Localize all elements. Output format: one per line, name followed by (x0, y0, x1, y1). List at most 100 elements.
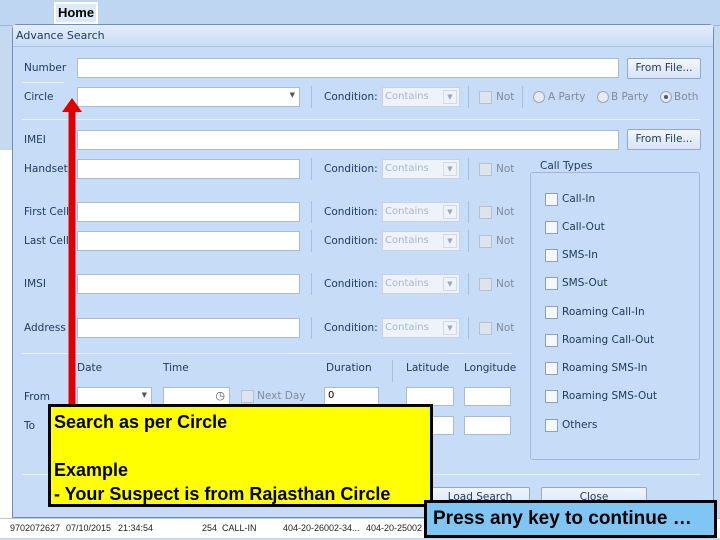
longitude-from-input[interactable] (464, 387, 511, 406)
b-party-label: B Party (611, 91, 649, 103)
callout-line: Example (54, 460, 129, 480)
address-input[interactable] (77, 318, 300, 338)
first_cell-condition-label: Condition: (324, 206, 378, 218)
handset-input[interactable] (77, 159, 300, 179)
call-type-checkbox[interactable] (545, 193, 558, 206)
number-input[interactable] (77, 58, 619, 78)
to-label: To (24, 420, 36, 432)
address-condition-label: Condition: (324, 322, 378, 334)
chevron-down-icon: ▼ (443, 321, 457, 335)
not-label: Not (496, 278, 515, 290)
cell: 21:34:54 (118, 523, 154, 533)
duration-header: Duration (326, 362, 372, 374)
time-header: Time (163, 362, 189, 374)
condition-value: Contains (385, 91, 429, 102)
cell: 07/10/2015 (66, 523, 112, 533)
not-label: Not (496, 91, 515, 103)
call-type-label: Roaming SMS-In (562, 362, 648, 374)
circle-condition-label: Condition: (324, 91, 378, 103)
call-types-title: Call Types (538, 160, 595, 172)
last_cell-input[interactable] (77, 231, 300, 251)
condition-value: Contains (385, 322, 429, 333)
chevron-down-icon: ▼ (289, 91, 295, 99)
cell: 254 (202, 523, 218, 533)
cell: 404-20-25002 (366, 523, 423, 533)
call-type-checkbox[interactable] (545, 334, 558, 347)
call-type-label: SMS-Out (562, 277, 608, 289)
clock-icon: ◷ (215, 389, 225, 402)
imsi-condition-label: Condition: (324, 278, 378, 290)
handset-condition-select[interactable]: Contains ▼ (382, 159, 460, 179)
condition-value: Contains (385, 163, 429, 174)
longitude-to-input[interactable] (464, 416, 511, 435)
next-day-checkbox[interactable] (241, 390, 254, 403)
last_cell-condition-select[interactable]: Contains ▼ (382, 231, 460, 251)
chevron-down-icon: ▼ (443, 234, 457, 248)
callout-line: Search as per Circle (54, 412, 228, 432)
circle-label: Circle (24, 91, 54, 103)
handset-not-checkbox[interactable] (479, 163, 492, 176)
first_cell-input[interactable] (77, 202, 300, 222)
both-radio[interactable] (660, 91, 672, 103)
next-day-label: Next Day (257, 390, 306, 402)
call-type-checkbox[interactable] (545, 390, 558, 403)
cell: CALL-IN (222, 523, 257, 533)
callout-line: - Your Suspect is from Rajasthan Circle (54, 484, 391, 504)
condition-value: Contains (385, 278, 429, 289)
number-from-file-button[interactable]: From File... (627, 58, 701, 79)
call-type-checkbox[interactable] (545, 362, 558, 375)
b-party-radio[interactable] (597, 91, 609, 103)
call-type-label: Roaming Call-Out (562, 334, 655, 346)
last_cell-not-checkbox[interactable] (479, 235, 492, 248)
call-type-label: Others (562, 419, 598, 431)
first_cell-condition-select[interactable]: Contains ▼ (382, 202, 460, 222)
condition-value: Contains (385, 235, 429, 246)
press-key-prompt[interactable]: Press any key to continue … (424, 500, 717, 538)
not-label: Not (496, 163, 515, 175)
imei-from-file-button[interactable]: From File... (627, 129, 701, 150)
imsi-not-checkbox[interactable] (479, 278, 492, 291)
call-type-label: Call-Out (562, 221, 605, 233)
call-type-checkbox[interactable] (545, 221, 558, 234)
circle-dropdown[interactable]: ▼ (77, 87, 300, 107)
call-type-label: Call-In (562, 193, 596, 205)
a-party-label: A Party (548, 91, 586, 103)
tutorial-callout: Search as per Circle Example - Your Susp… (48, 404, 433, 507)
call-type-checkbox[interactable] (545, 277, 558, 290)
call-type-label: Roaming Call-In (562, 306, 645, 318)
last_cell-condition-label: Condition: (324, 235, 378, 247)
from-label: From (24, 391, 51, 403)
a-party-radio[interactable] (533, 91, 545, 103)
call-type-label: SMS-In (562, 249, 598, 261)
address-condition-select[interactable]: Contains ▼ (382, 318, 460, 338)
address-not-checkbox[interactable] (479, 322, 492, 335)
call-type-checkbox[interactable] (545, 249, 558, 262)
imei-input[interactable] (77, 130, 619, 150)
first_cell-not-checkbox[interactable] (479, 206, 492, 219)
circle-not-checkbox[interactable] (479, 91, 492, 104)
not-label: Not (496, 206, 515, 218)
both-label: Both (674, 91, 699, 103)
imei-label: IMEI (24, 134, 46, 146)
imsi-input[interactable] (77, 274, 300, 294)
imsi-condition-select[interactable]: Contains ▼ (382, 274, 460, 294)
cell: 404-20-26002-34... (283, 523, 360, 533)
circle-condition-select[interactable]: Contains ▼ (382, 87, 460, 107)
handset-condition-label: Condition: (324, 163, 378, 175)
cell: 9702072627 (10, 523, 61, 533)
chevron-down-icon: ▼ (443, 90, 457, 104)
chevron-down-icon: ▼ (443, 277, 457, 291)
ribbon (0, 0, 720, 26)
red-arrow-icon (62, 98, 82, 408)
latitude-header: Latitude (406, 362, 450, 374)
tab-home[interactable]: Home (54, 2, 98, 24)
imsi-label: IMSI (24, 278, 46, 290)
chevron-down-icon: ▼ (443, 162, 457, 176)
call-type-checkbox[interactable] (545, 306, 558, 319)
dialog-title: Advance Search (13, 25, 713, 47)
not-label: Not (496, 322, 515, 334)
longitude-header: Longitude (464, 362, 517, 374)
condition-value: Contains (385, 206, 429, 217)
call-type-checkbox[interactable] (545, 419, 558, 432)
chevron-down-icon: ▼ (141, 391, 147, 399)
